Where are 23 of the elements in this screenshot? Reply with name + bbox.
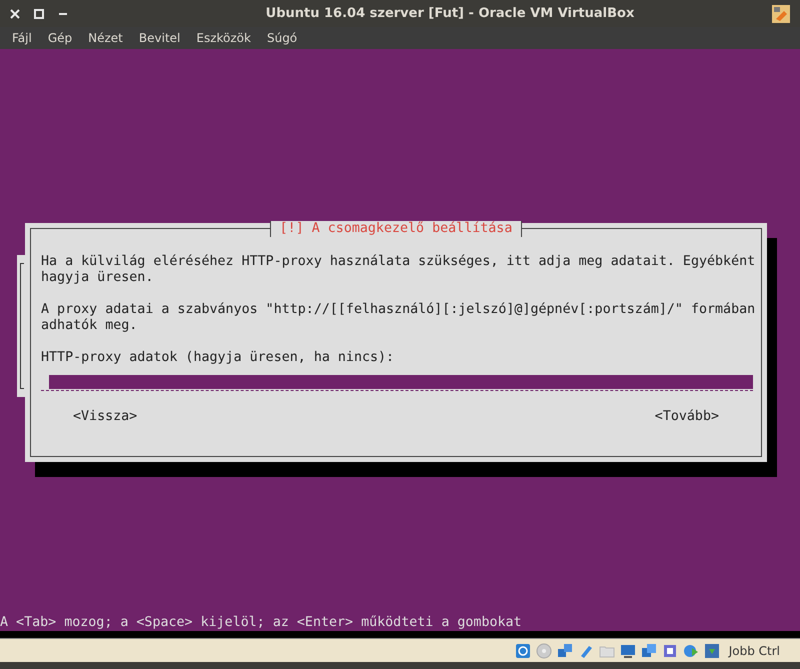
window-title: Ubuntu 16.04 szerver [Fut] - Oracle VM VirtualBox bbox=[266, 4, 634, 23]
menu-item[interactable]: Gép bbox=[42, 29, 78, 47]
menu-item[interactable]: Fájl bbox=[6, 29, 38, 47]
menu-item[interactable]: Bevitel bbox=[132, 29, 186, 47]
network-icon[interactable] bbox=[556, 642, 573, 658]
display-icon[interactable] bbox=[620, 642, 636, 658]
dialog-text: A proxy adatai a szabványos "http://[[felhasználó][:jelszó]@]gépnév[:portszám]/" formában adhatók meg. bbox=[41, 302, 756, 334]
download-icon[interactable] bbox=[704, 642, 720, 658]
dialog-text: Ha a külvilág eléréséhez HTTP-proxy használata szükséges, itt adja meg adatait. Egyébként hagyja üresen. bbox=[41, 254, 756, 286]
close-icon[interactable] bbox=[10, 8, 20, 18]
hint-line: A <Tab> mozog; a <Space> kijelöl; az <Enter> működteti a gombokat bbox=[0, 615, 523, 631]
field-label: HTTP-proxy adatok (hagyja üresen, ha nincs): bbox=[41, 350, 396, 366]
windows-icon[interactable] bbox=[640, 642, 657, 658]
menu-item[interactable]: Súgó bbox=[260, 29, 304, 47]
app-logo-icon bbox=[772, 4, 790, 22]
dialog-button[interactable]: <Tovább> bbox=[654, 409, 719, 425]
maximize-icon[interactable] bbox=[34, 8, 44, 18]
menu-item[interactable]: Nézet bbox=[82, 29, 129, 47]
input-field[interactable] bbox=[41, 375, 753, 391]
dialog-button[interactable]: <Vissza> bbox=[73, 409, 138, 425]
dialog-title: [!] A csomagkezelő beállítása bbox=[270, 221, 522, 237]
menu-item[interactable]: Eszközök bbox=[190, 29, 257, 47]
host-key-label: Jobb Ctrl bbox=[728, 642, 780, 660]
